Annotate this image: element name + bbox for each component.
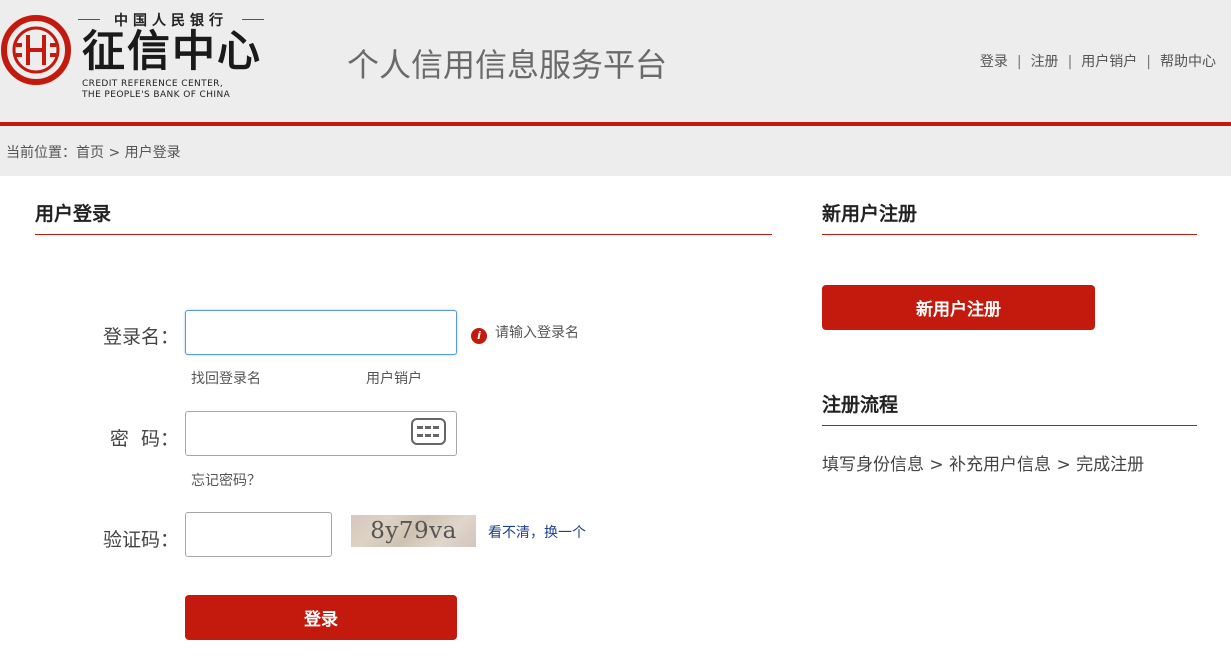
captcha-input[interactable] [185, 512, 332, 557]
username-label: 登录名： [102, 326, 179, 348]
register-process-title: 注册流程 [822, 394, 899, 416]
breadcrumb: 当前位置：首页 > 用户登录 [6, 142, 181, 162]
new-user-register-button[interactable]: 新用户注册 [822, 285, 1095, 330]
credit-center-logo: 中国人民银行 征信中心 CREDIT REFERENCE CENTER, THE… [0, 6, 270, 106]
nav-separator: | [1067, 54, 1073, 70]
nav-help-link[interactable]: 帮助中心 [1160, 54, 1216, 70]
keyboard-icon[interactable] [411, 418, 446, 445]
seal-icon [1, 15, 71, 85]
username-hint-text: 请输入登录名 [495, 325, 579, 341]
top-nav: 登录 | 注册 | 用户销户 | 帮助中心 [980, 51, 1216, 71]
breadcrumb-prefix: 当前位置： [6, 145, 76, 161]
platform-title: 个人信用信息服务平台 [347, 46, 668, 84]
login-section-title: 用户登录 [35, 203, 112, 225]
cancel-account-link[interactable]: 用户销户 [366, 368, 422, 388]
captcha-refresh-link[interactable]: 看不清，换一个 [488, 522, 586, 542]
logo-english-line1: CREDIT REFERENCE CENTER, [82, 79, 224, 89]
nav-separator: | [1016, 54, 1022, 70]
nav-cancel-account-link[interactable]: 用户销户 [1081, 54, 1137, 70]
warning-icon: i [471, 328, 487, 344]
username-hint: i 请输入登录名 [471, 322, 579, 344]
breadcrumb-bar: 当前位置：首页 > 用户登录 [0, 126, 1231, 176]
logo-name: 征信中心 [82, 27, 262, 77]
login-button[interactable]: 登录 [185, 595, 457, 640]
nav-separator: | [1146, 54, 1151, 70]
nav-login-link[interactable]: 登录 [980, 54, 1008, 70]
captcha-image[interactable]: 8y79va [351, 515, 476, 547]
captcha-label: 验证码： [102, 529, 179, 551]
nav-register-link[interactable]: 注册 [1031, 54, 1059, 70]
username-input[interactable] [185, 310, 457, 355]
page-header: 中国人民银行 征信中心 CREDIT REFERENCE CENTER, THE… [0, 0, 1231, 122]
breadcrumb-current: 用户登录 [124, 145, 181, 161]
breadcrumb-home-link[interactable]: 首页 [76, 145, 104, 161]
register-section-title: 新用户注册 [822, 203, 918, 225]
logo-english-line2: THE PEOPLE'S BANK OF CHINA [82, 90, 231, 100]
forgot-password-link[interactable]: 忘记密码？ [191, 470, 261, 490]
breadcrumb-separator: > [104, 145, 125, 161]
register-section-divider [822, 234, 1197, 235]
register-process-divider [822, 425, 1197, 426]
login-section-divider [35, 234, 772, 235]
password-label: 密 码： [109, 428, 179, 450]
register-process-text: 填写身份信息 > 补充用户信息 > 完成注册 [822, 455, 1145, 475]
retrieve-username-link[interactable]: 找回登录名 [191, 368, 261, 388]
